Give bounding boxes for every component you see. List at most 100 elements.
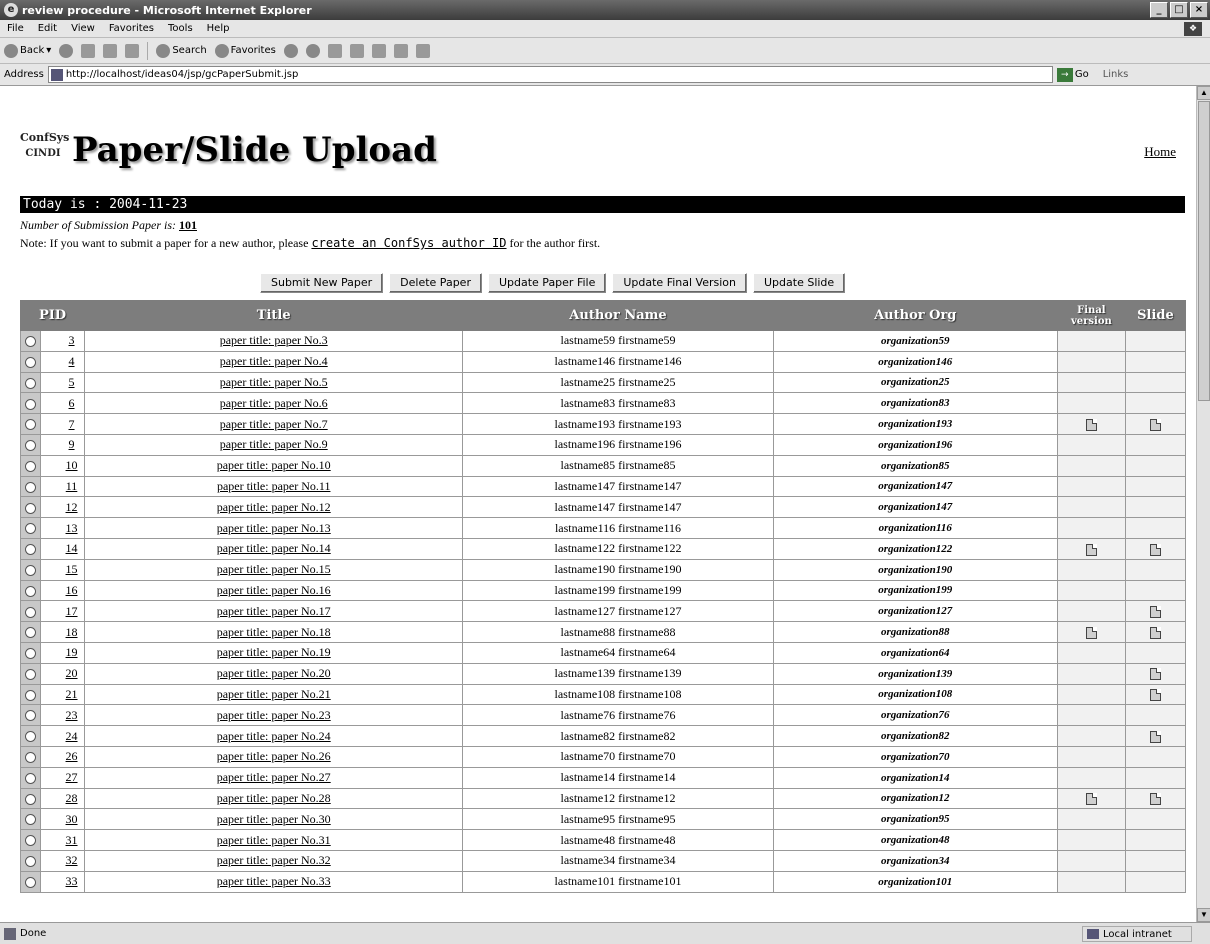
slide-file-icon[interactable] (1149, 689, 1161, 702)
paper-title-link[interactable]: paper title: paper No.7 (84, 413, 464, 435)
pid-link[interactable]: 30 (40, 808, 86, 831)
slide-file-icon[interactable] (1149, 606, 1161, 618)
row-select-radio[interactable] (25, 544, 36, 556)
paper-title-link[interactable]: paper title: paper No.15 (84, 558, 464, 581)
media-icon[interactable] (283, 43, 298, 58)
paper-title-link[interactable]: paper title: paper No.18 (84, 621, 464, 643)
create-author-id-link[interactable]: create an ConfSys author ID (311, 236, 506, 250)
pid-link[interactable]: 18 (40, 621, 86, 643)
paper-title-link[interactable]: paper title: paper No.24 (84, 725, 464, 747)
paper-title-link[interactable]: paper title: paper No.26 (84, 745, 464, 768)
row-select-radio[interactable] (25, 876, 36, 888)
menu-view[interactable]: View (64, 23, 102, 34)
row-select-radio[interactable] (25, 627, 36, 639)
pid-link[interactable]: 4 (40, 350, 86, 373)
menu-edit[interactable]: Edit (31, 23, 64, 34)
pid-link[interactable]: 14 (40, 537, 86, 560)
close-icon[interactable]: × (1190, 2, 1208, 18)
row-select-radio[interactable] (25, 502, 36, 514)
pid-link[interactable]: 15 (40, 558, 86, 581)
row-select-radio[interactable] (25, 398, 36, 410)
menu-file[interactable]: File (0, 23, 31, 34)
row-select-radio[interactable] (25, 710, 36, 722)
pid-link[interactable]: 26 (40, 745, 86, 768)
address-input[interactable]: http://localhost/ideas04/jsp/gcPaperSubm… (47, 66, 1053, 83)
row-select-radio[interactable] (25, 856, 36, 868)
scroll-up-icon[interactable]: ▲ (1197, 86, 1210, 100)
paper-title-link[interactable]: paper title: paper No.14 (84, 537, 464, 560)
paper-title-link[interactable]: paper title: paper No.30 (84, 808, 464, 831)
update-final-version-button[interactable]: Update Final Version (612, 273, 747, 293)
row-select-radio[interactable] (25, 481, 36, 493)
paper-title-link[interactable]: paper title: paper No.17 (84, 600, 464, 623)
pid-link[interactable]: 17 (40, 600, 86, 623)
slide-file-icon[interactable] (1149, 793, 1161, 806)
row-select-radio[interactable] (25, 356, 36, 368)
row-select-radio[interactable] (25, 731, 36, 743)
row-select-radio[interactable] (25, 336, 36, 348)
pid-link[interactable]: 28 (40, 787, 86, 810)
paper-title-link[interactable]: paper title: paper No.20 (84, 662, 464, 685)
scroll-thumb[interactable] (1198, 101, 1210, 401)
pid-link[interactable]: 16 (40, 579, 86, 602)
pid-link[interactable]: 19 (40, 641, 86, 664)
paper-title-link[interactable]: paper title: paper No.3 (84, 330, 464, 352)
search-button[interactable]: Search (156, 43, 207, 58)
paper-title-link[interactable]: paper title: paper No.12 (84, 496, 464, 519)
scroll-down-icon[interactable]: ▼ (1197, 908, 1210, 922)
paper-title-link[interactable]: paper title: paper No.4 (84, 350, 464, 373)
favorites-button[interactable]: Favorites (214, 43, 276, 58)
forward-button[interactable] (59, 43, 74, 58)
row-select-radio[interactable] (25, 419, 36, 431)
pid-link[interactable]: 24 (40, 725, 86, 747)
vertical-scrollbar[interactable]: ▲ ▼ (1196, 86, 1210, 922)
paper-title-link[interactable]: paper title: paper No.6 (84, 392, 464, 415)
back-button[interactable]: Back ▾ (4, 43, 51, 58)
home-link[interactable]: Home (1144, 144, 1176, 160)
pid-link[interactable]: 32 (40, 849, 86, 872)
final-version-file-icon[interactable] (1085, 418, 1097, 431)
pid-link[interactable]: 33 (40, 870, 86, 893)
update-slide-button[interactable]: Update Slide (753, 273, 846, 293)
submit-new-paper-button[interactable]: Submit New Paper (260, 273, 384, 293)
paper-title-link[interactable]: paper title: paper No.31 (84, 829, 464, 851)
pid-link[interactable]: 20 (40, 662, 86, 685)
pid-link[interactable]: 11 (40, 475, 86, 498)
maximize-icon[interactable]: □ (1170, 2, 1188, 18)
pid-link[interactable]: 5 (40, 371, 86, 394)
pid-link[interactable]: 31 (40, 829, 86, 851)
row-select-radio[interactable] (25, 668, 36, 680)
final-version-file-icon[interactable] (1085, 626, 1097, 639)
row-select-radio[interactable] (25, 752, 36, 764)
pid-link[interactable]: 7 (40, 413, 86, 435)
row-select-radio[interactable] (25, 585, 36, 597)
final-version-file-icon[interactable] (1085, 543, 1097, 556)
row-select-radio[interactable] (25, 689, 36, 701)
pid-link[interactable]: 27 (40, 766, 86, 789)
row-select-radio[interactable] (25, 377, 36, 389)
pid-link[interactable]: 3 (40, 330, 86, 352)
refresh-icon[interactable] (103, 43, 118, 58)
paper-title-link[interactable]: paper title: paper No.32 (84, 849, 464, 872)
discuss-icon[interactable] (393, 43, 408, 58)
final-version-file-icon[interactable] (1085, 793, 1097, 806)
slide-file-icon[interactable] (1149, 730, 1161, 743)
menu-help[interactable]: Help (200, 23, 237, 34)
row-select-radio[interactable] (25, 793, 36, 805)
menu-tools[interactable]: Tools (161, 23, 200, 34)
row-select-radio[interactable] (25, 814, 36, 826)
row-select-radio[interactable] (25, 440, 36, 452)
messenger-icon[interactable] (415, 43, 430, 58)
paper-title-link[interactable]: paper title: paper No.33 (84, 870, 464, 893)
row-select-radio[interactable] (25, 772, 36, 784)
paper-title-link[interactable]: paper title: paper No.10 (84, 454, 464, 477)
paper-title-link[interactable]: paper title: paper No.28 (84, 787, 464, 810)
paper-title-link[interactable]: paper title: paper No.16 (84, 579, 464, 602)
pid-link[interactable]: 12 (40, 496, 86, 519)
paper-title-link[interactable]: paper title: paper No.13 (84, 517, 464, 539)
pid-link[interactable]: 9 (40, 433, 86, 456)
edit-icon[interactable] (371, 43, 386, 58)
row-select-radio[interactable] (25, 460, 36, 472)
slide-file-icon[interactable] (1149, 668, 1161, 681)
row-select-radio[interactable] (25, 648, 36, 660)
